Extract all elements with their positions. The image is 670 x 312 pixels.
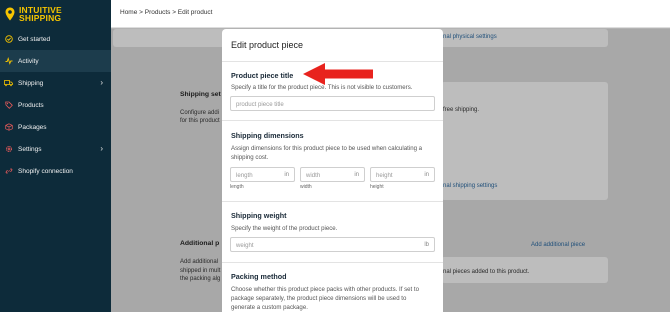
box-icon — [4, 123, 13, 132]
height-input[interactable]: height in — [370, 167, 435, 182]
shipping-settings-heading: Shipping set — [180, 91, 221, 98]
sidebar: INTUITIVE SHIPPING Get started Activity … — [0, 0, 111, 312]
unit-label: in — [424, 171, 429, 178]
sidebar-item-label: Activity — [18, 57, 39, 65]
packing-method-heading: Packing method — [231, 272, 287, 281]
sidebar-item-label: Products — [18, 101, 44, 109]
chevron-right-icon: › — [100, 78, 103, 87]
shipping-dimensions-desc: Assign dimensions for this product piece… — [231, 145, 423, 161]
sidebar-item-label: Shipping — [18, 79, 44, 87]
sidebar-item-activity[interactable]: Activity — [0, 50, 111, 72]
divider — [222, 201, 443, 202]
breadcrumb[interactable]: Home > Products > Edit product — [120, 9, 213, 16]
packing-method-desc: Choose whether this product piece packs … — [231, 286, 419, 311]
tag-icon — [4, 101, 13, 110]
sidebar-item-packages[interactable]: Packages — [0, 116, 111, 138]
input-placeholder: width — [306, 171, 321, 179]
physical-settings-link[interactable]: nal physical settings — [443, 34, 497, 40]
weight-input[interactable]: weight lb — [230, 237, 435, 252]
height-label: height — [370, 184, 384, 190]
input-placeholder: product piece title — [236, 100, 284, 108]
shipping-weight-desc: Specify the weight of the product piece. — [231, 225, 338, 232]
input-placeholder: height — [376, 171, 393, 179]
location-pin-icon — [5, 7, 15, 21]
sidebar-item-products[interactable]: Products — [0, 94, 111, 116]
width-input[interactable]: width in — [300, 167, 365, 182]
sidebar-item-label: Shopify connection — [18, 167, 73, 175]
chevron-right-icon: › — [100, 144, 103, 153]
annotation-arrow-icon — [303, 63, 373, 85]
sidebar-item-get-started[interactable]: Get started — [0, 28, 111, 50]
pieces-added-text: nal pieces added to this product. — [443, 269, 530, 275]
divider — [222, 262, 443, 263]
unit-label: lb — [424, 241, 429, 248]
modal-title: Edit product piece — [231, 40, 304, 50]
product-piece-title-heading: Product piece title — [231, 71, 294, 80]
check-circle-icon — [4, 35, 13, 44]
brand-name: INTUITIVE SHIPPING — [19, 5, 62, 23]
brand-logo[interactable]: INTUITIVE SHIPPING — [0, 0, 111, 28]
shipping-settings-desc: Configure addi for this product — [180, 110, 220, 124]
additional-pieces-heading: Additional p — [180, 240, 220, 247]
sidebar-item-shipping[interactable]: Shipping › — [0, 72, 111, 94]
shipping-dimensions-heading: Shipping dimensions — [231, 131, 304, 140]
product-piece-title-input[interactable]: product piece title — [230, 96, 435, 111]
input-placeholder: length — [236, 171, 253, 179]
sidebar-item-shopify-connection[interactable]: Shopify connection — [0, 160, 111, 182]
sidebar-item-label: Packages — [18, 123, 47, 131]
shipping-settings-link[interactable]: nal shipping settings — [443, 183, 497, 189]
length-label: length — [230, 184, 244, 190]
input-placeholder: weight — [236, 241, 254, 249]
sidebar-item-label: Get started — [18, 35, 51, 43]
add-additional-piece-link[interactable]: Add additional piece — [531, 242, 585, 248]
truck-icon — [4, 79, 13, 88]
unit-label: in — [284, 171, 289, 178]
free-shipping-text: free shipping. — [443, 107, 480, 113]
pulse-icon — [4, 57, 13, 66]
link-icon — [4, 167, 13, 176]
gear-icon — [4, 145, 13, 154]
top-bar: Home > Products > Edit product — [111, 0, 670, 28]
sidebar-item-settings[interactable]: Settings › — [0, 138, 111, 160]
unit-label: in — [354, 171, 359, 178]
sidebar-item-label: Settings — [18, 145, 42, 153]
length-input[interactable]: length in — [230, 167, 295, 182]
width-label: width — [300, 184, 312, 190]
additional-pieces-desc: Add additional shipped in mult the packi… — [180, 259, 221, 282]
shipping-weight-heading: Shipping weight — [231, 211, 287, 220]
divider — [222, 120, 443, 121]
